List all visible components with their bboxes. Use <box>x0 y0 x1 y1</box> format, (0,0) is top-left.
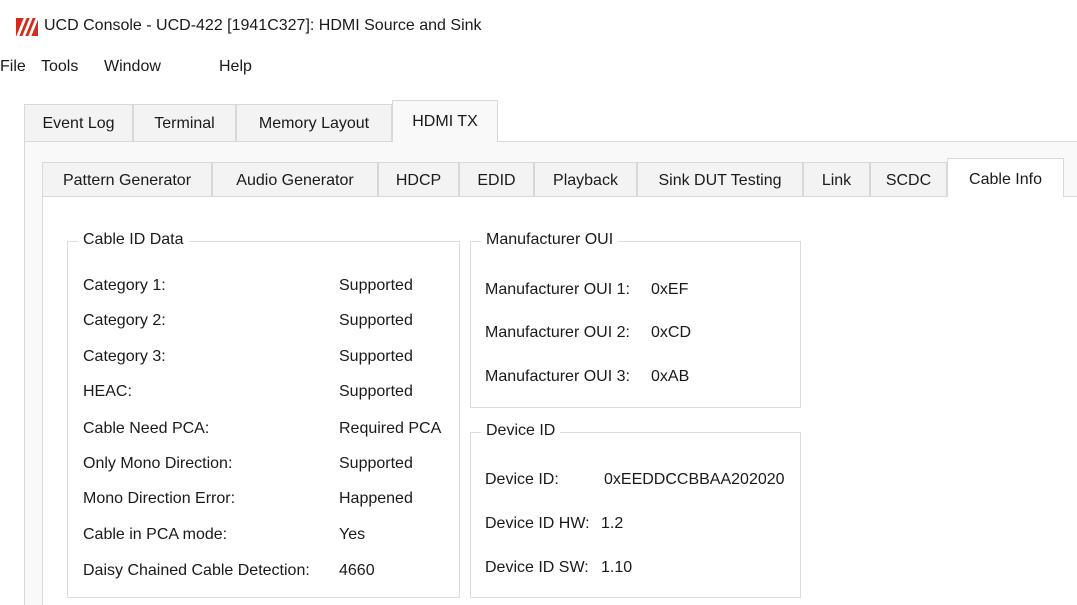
menu-file[interactable]: File <box>0 58 26 76</box>
menu-help[interactable]: Help <box>219 58 252 76</box>
category1-value: Supported <box>339 277 413 294</box>
tab-hdmi-tx[interactable]: HDMI TX <box>392 100 498 142</box>
heac-value: Supported <box>339 383 413 400</box>
device-id-hw-label: Device ID HW: <box>485 515 590 532</box>
tab-hdcp[interactable]: HDCP <box>378 162 459 197</box>
only-mono-direction-label: Only Mono Direction: <box>83 455 233 472</box>
menu-tools[interactable]: Tools <box>41 58 78 76</box>
device-id-sw-label: Device ID SW: <box>485 559 589 576</box>
cable-need-pca-value: Required PCA <box>339 420 442 437</box>
oui2-label: Manufacturer OUI 2: <box>485 324 630 341</box>
tab-edid[interactable]: EDID <box>459 162 534 197</box>
title-bar: UCD Console - UCD-422 [1941C327]: HDMI S… <box>0 0 1077 52</box>
tab-sink-dut-testing[interactable]: Sink DUT Testing <box>637 162 803 197</box>
device-id-hw-value: 1.2 <box>601 515 624 532</box>
category1-label: Category 1: <box>83 277 166 294</box>
device-id-sw-value: 1.10 <box>601 559 633 576</box>
tab-pattern-generator[interactable]: Pattern Generator <box>42 162 212 197</box>
category3-label: Category 3: <box>83 348 166 365</box>
tab-event-log[interactable]: Event Log <box>24 104 133 142</box>
menu-bar: File Tools Window Help <box>0 52 1077 84</box>
heac-label: HEAC: <box>83 383 132 400</box>
tab-cable-info[interactable]: Cable Info <box>947 158 1064 197</box>
oui3-label: Manufacturer OUI 3: <box>485 368 630 385</box>
manufacturer-oui-title: Manufacturer OUI <box>481 231 619 249</box>
category3-value: Supported <box>339 348 413 365</box>
cable-pca-mode-value: Yes <box>339 526 366 543</box>
oui1-label: Manufacturer OUI 1: <box>485 281 630 298</box>
tab-audio-generator[interactable]: Audio Generator <box>212 162 378 197</box>
window-title: UCD Console - UCD-422 [1941C327]: HDMI S… <box>44 17 482 34</box>
mono-direction-error-label: Mono Direction Error: <box>83 490 236 507</box>
tab-terminal[interactable]: Terminal <box>133 104 236 142</box>
oui2-value: 0xCD <box>651 324 692 341</box>
only-mono-direction-value: Supported <box>339 455 413 472</box>
device-id-title: Device ID <box>481 422 561 440</box>
tab-scdc[interactable]: SCDC <box>870 162 947 197</box>
app-logo-icon <box>16 18 38 36</box>
oui3-value: 0xAB <box>651 368 690 385</box>
tab-playback[interactable]: Playback <box>534 162 637 197</box>
oui1-value: 0xEF <box>651 281 689 298</box>
tab-memory-layout[interactable]: Memory Layout <box>236 104 392 142</box>
device-id-label: Device ID: <box>485 471 559 488</box>
category2-label: Category 2: <box>83 312 166 329</box>
tab-link[interactable]: Link <box>803 162 870 197</box>
device-id-value: 0xEEDDCCBBAA202020 <box>604 471 785 488</box>
daisy-chained-label: Daisy Chained Cable Detection: <box>83 562 310 579</box>
cable-id-data-title: Cable ID Data <box>78 231 189 249</box>
mono-direction-error-value: Happened <box>339 490 413 507</box>
cable-need-pca-label: Cable Need PCA: <box>83 420 210 437</box>
cable-pca-mode-label: Cable in PCA mode: <box>83 526 228 543</box>
menu-window[interactable]: Window <box>104 58 161 76</box>
category2-value: Supported <box>339 312 413 329</box>
daisy-chained-value: 4660 <box>339 562 375 579</box>
